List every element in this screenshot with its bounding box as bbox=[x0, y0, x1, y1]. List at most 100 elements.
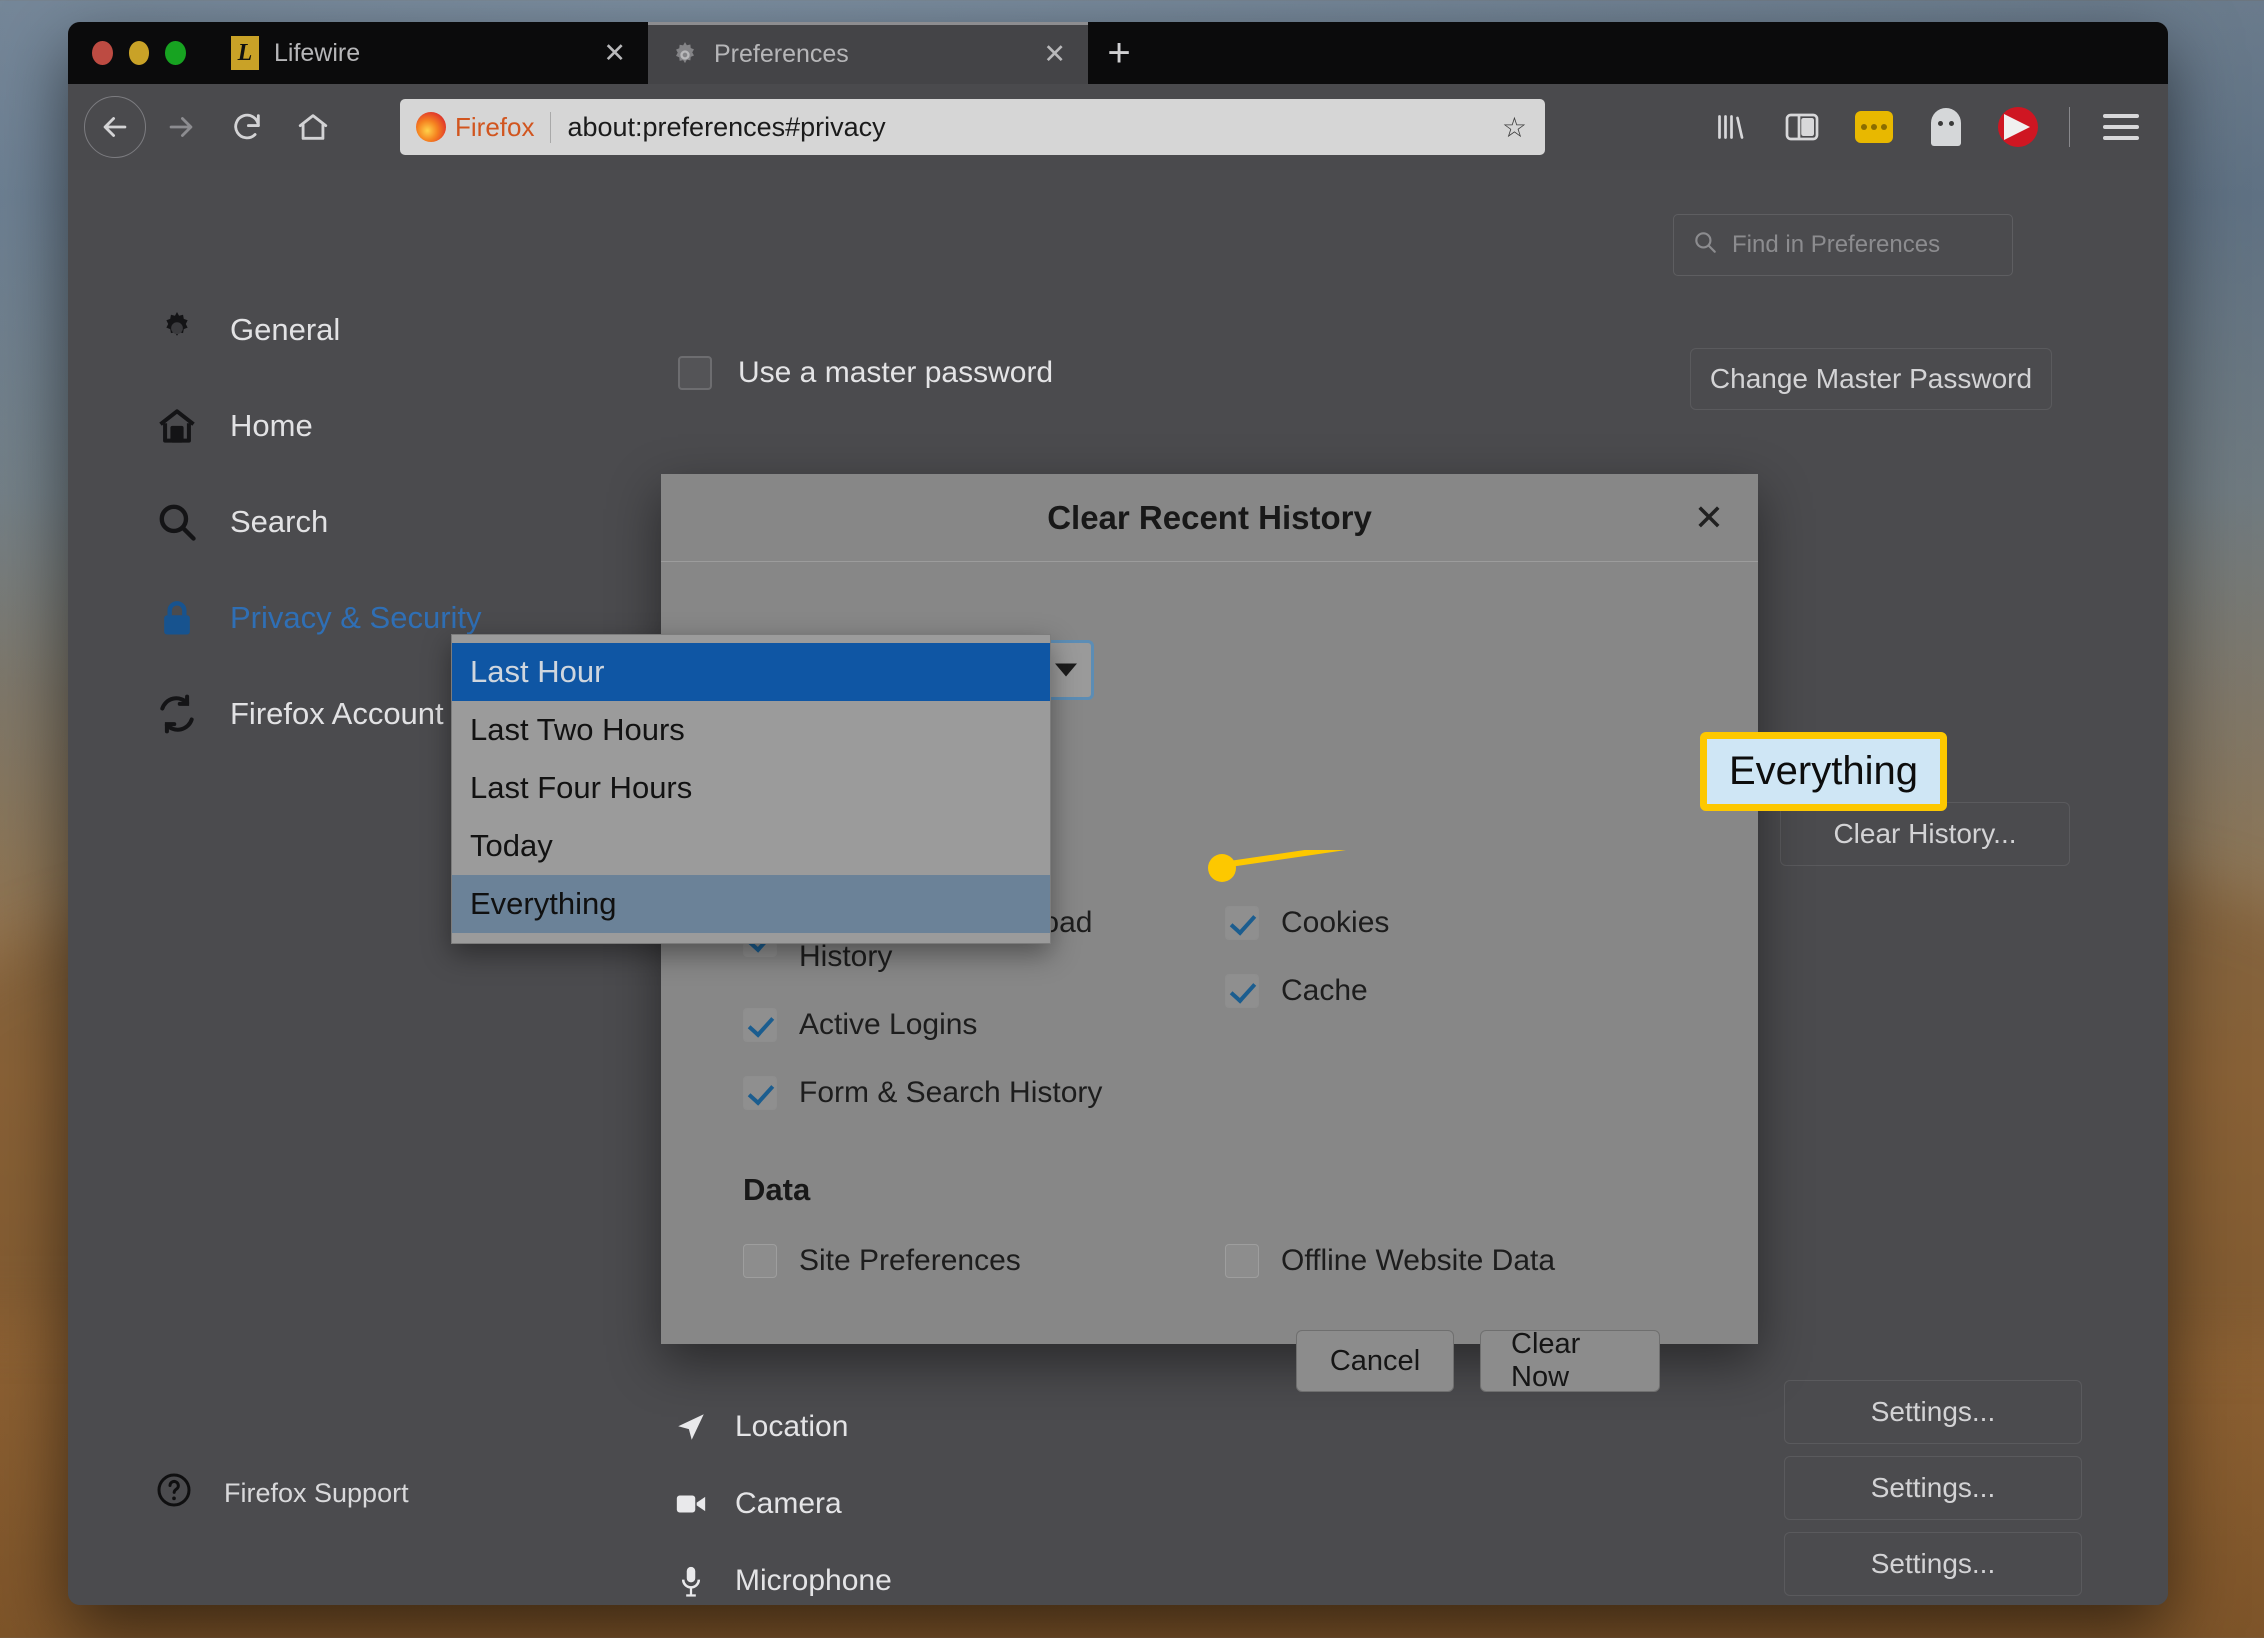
checkbox-label: Site Preferences bbox=[799, 1244, 1021, 1277]
ghostery-ghost-icon[interactable] bbox=[1925, 106, 1967, 148]
change-master-password-button[interactable]: Change Master Password bbox=[1690, 348, 2052, 410]
url-text: about:preferences#privacy bbox=[567, 111, 886, 142]
permission-label: Location bbox=[735, 1410, 849, 1443]
location-arrow-icon bbox=[671, 1407, 711, 1447]
search-icon bbox=[154, 499, 200, 545]
checkbox-label: Cache bbox=[1281, 974, 1368, 1007]
home-button[interactable] bbox=[282, 96, 344, 158]
checkbox-input[interactable] bbox=[743, 1244, 777, 1278]
extension-dots-icon[interactable] bbox=[1853, 106, 1895, 148]
toolbar-divider bbox=[2069, 107, 2070, 147]
cancel-button[interactable]: Cancel bbox=[1296, 1330, 1454, 1392]
dropdown-option-last-two-hours[interactable]: Last Two Hours bbox=[452, 701, 1050, 759]
browser-window: L Lifewire ✕ Preferences ✕ + Firefox abo… bbox=[68, 22, 2168, 1605]
time-range-dropdown-list[interactable]: Last Hour Last Two Hours Last Four Hours… bbox=[451, 634, 1051, 944]
microphone-icon bbox=[671, 1561, 711, 1601]
use-master-password-label: Use a master password bbox=[738, 356, 1054, 389]
new-tab-button[interactable]: + bbox=[1088, 22, 1150, 84]
search-icon bbox=[1692, 229, 1718, 262]
dropdown-option-everything[interactable]: Everything bbox=[452, 875, 1050, 933]
minimize-window-button[interactable] bbox=[128, 41, 150, 65]
clear-history-button[interactable]: Clear History... bbox=[1780, 802, 2070, 866]
close-icon[interactable]: ✕ bbox=[1682, 494, 1736, 542]
camera-settings-button[interactable]: Settings... bbox=[1784, 1456, 2082, 1520]
checkbox-label: Form & Search History bbox=[799, 1076, 1103, 1109]
checkbox-active-logins[interactable]: Active Logins bbox=[743, 1008, 1173, 1042]
navigation-toolbar: Firefox about:preferences#privacy ☆ bbox=[68, 84, 2168, 170]
sidebar-item-general[interactable]: General bbox=[154, 282, 584, 378]
sidebar-item-home[interactable]: Home bbox=[154, 378, 584, 474]
callout-everything: Everything bbox=[1700, 732, 1947, 811]
tab-preferences-close-icon[interactable]: ✕ bbox=[1037, 39, 1072, 70]
address-bar[interactable]: Firefox about:preferences#privacy ☆ bbox=[400, 99, 1545, 155]
location-settings-button[interactable]: Settings... bbox=[1784, 1380, 2082, 1444]
firefox-logo-icon bbox=[416, 112, 446, 142]
checkbox-label: Cookies bbox=[1281, 906, 1390, 939]
toolbar-icons bbox=[1709, 106, 2152, 148]
find-in-preferences-placeholder: Find in Preferences bbox=[1732, 231, 1941, 258]
sidebar-item-search[interactable]: Search bbox=[154, 474, 584, 570]
permission-label: Microphone bbox=[735, 1564, 892, 1597]
find-in-preferences-input[interactable]: Find in Preferences bbox=[1673, 214, 2013, 276]
dropdown-option-today[interactable]: Today bbox=[452, 817, 1050, 875]
sync-icon bbox=[154, 691, 200, 737]
sidebar-item-label: General bbox=[230, 312, 341, 347]
callout-anchor-dot bbox=[1208, 854, 1236, 882]
permission-label: Camera bbox=[735, 1487, 842, 1520]
sidebar-item-label: Search bbox=[230, 504, 329, 539]
firefox-brand-chip: Firefox bbox=[416, 111, 552, 143]
checkbox-input[interactable] bbox=[1225, 974, 1259, 1008]
checkbox-input[interactable] bbox=[1225, 906, 1259, 940]
camera-icon bbox=[671, 1484, 711, 1524]
checkbox-input[interactable] bbox=[743, 1008, 777, 1042]
forward-button[interactable] bbox=[150, 96, 212, 158]
use-master-password-checkbox[interactable] bbox=[678, 356, 712, 390]
checkbox-site-preferences[interactable]: Site Preferences bbox=[743, 1244, 1173, 1278]
home-icon bbox=[154, 403, 200, 449]
question-circle-icon bbox=[154, 1470, 194, 1517]
dialog-title: Clear Recent History bbox=[1047, 498, 1372, 536]
gear-icon bbox=[154, 307, 200, 353]
checkbox-offline-website-data[interactable]: Offline Website Data bbox=[1225, 1244, 1676, 1278]
sidebar-item-label: Firefox Account bbox=[230, 696, 444, 731]
hamburger-menu-icon[interactable] bbox=[2100, 106, 2142, 148]
back-button[interactable] bbox=[84, 96, 146, 158]
sidebar-icon[interactable] bbox=[1781, 106, 1823, 148]
checkbox-input[interactable] bbox=[1225, 1244, 1259, 1278]
library-icon[interactable] bbox=[1709, 106, 1751, 148]
lock-icon bbox=[154, 595, 200, 641]
maximize-window-button[interactable] bbox=[165, 41, 187, 65]
tab-lifewire-close-icon[interactable]: ✕ bbox=[597, 38, 632, 69]
checkbox-form-search-history[interactable]: Form & Search History bbox=[743, 1076, 1173, 1110]
tab-strip: L Lifewire ✕ Preferences ✕ + bbox=[68, 22, 2168, 84]
dropdown-option-last-four-hours[interactable]: Last Four Hours bbox=[452, 759, 1050, 817]
checkbox-input[interactable] bbox=[743, 1076, 777, 1110]
callout-label: Everything bbox=[1729, 749, 1918, 793]
tab-lifewire-label: Lifewire bbox=[274, 38, 361, 67]
lifewire-icon: L bbox=[230, 36, 260, 70]
checkbox-cache[interactable]: Cache bbox=[1225, 974, 1676, 1008]
data-section-title: Data bbox=[743, 1172, 811, 1207]
dropdown-option-last-hour[interactable]: Last Hour bbox=[452, 643, 1050, 701]
reload-button[interactable] bbox=[216, 96, 278, 158]
sidebar-item-firefox-support[interactable]: Firefox Support bbox=[154, 1470, 409, 1517]
firefox-support-label: Firefox Support bbox=[224, 1478, 409, 1508]
bookmark-star-icon[interactable]: ☆ bbox=[1502, 111, 1527, 144]
tab-lifewire[interactable]: L Lifewire ✕ bbox=[208, 22, 648, 84]
use-master-password-row[interactable]: Use a master password bbox=[678, 356, 1053, 390]
sidebar-item-label: Home bbox=[230, 408, 313, 443]
permission-row-location: Location bbox=[671, 1407, 848, 1447]
close-window-button[interactable] bbox=[92, 41, 113, 65]
clear-now-button[interactable]: Clear Now bbox=[1480, 1328, 1660, 1393]
permission-row-microphone: Microphone bbox=[671, 1561, 892, 1601]
tab-preferences-label: Preferences bbox=[714, 40, 849, 68]
microphone-settings-button[interactable]: Settings... bbox=[1784, 1532, 2082, 1596]
tab-preferences[interactable]: Preferences ✕ bbox=[648, 22, 1088, 84]
pocket-red-icon[interactable] bbox=[1997, 106, 2039, 148]
permission-row-camera: Camera bbox=[671, 1484, 842, 1524]
firefox-brand-label: Firefox bbox=[455, 111, 535, 142]
chevron-down-icon bbox=[1055, 663, 1077, 677]
traffic-lights bbox=[68, 22, 208, 84]
checkbox-label: Offline Website Data bbox=[1281, 1244, 1556, 1277]
checkbox-cookies[interactable]: Cookies bbox=[1225, 906, 1676, 940]
